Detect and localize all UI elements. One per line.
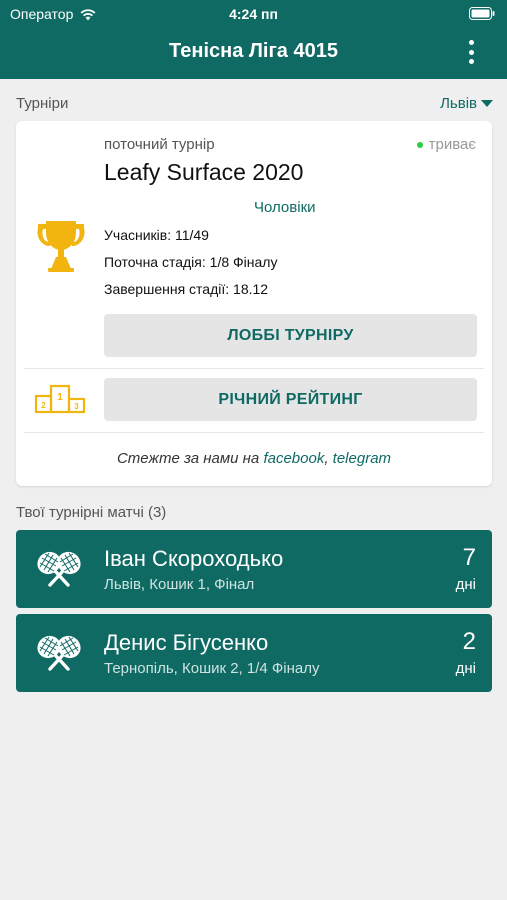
card-divider <box>24 432 484 433</box>
opponent-name: Денис Бігусенко <box>104 630 269 655</box>
city-dropdown[interactable]: Львів <box>440 95 493 112</box>
annual-rating-button[interactable]: РІЧНИЙ РЕЙТИНГ <box>104 378 477 421</box>
page-title: Тенісна Ліга 4015 <box>169 40 338 62</box>
current-stage: Поточна стадія: 1/8 Фіналу <box>104 254 278 270</box>
days-remaining: 7 <box>462 544 476 571</box>
tennis-rackets-icon <box>37 635 81 671</box>
days-label: дні <box>455 660 476 677</box>
tennis-rackets-icon <box>37 551 81 587</box>
follow-us-text: Стежте за нами на facebook, telegram <box>16 450 492 467</box>
triangle-down-icon <box>481 100 493 107</box>
match-item[interactable]: Денис Бігусенко Тернопіль, Кошик 2, 1/4 … <box>16 614 492 692</box>
status-bar: Оператор 4:24 пп <box>0 5 507 25</box>
telegram-link[interactable]: telegram <box>333 450 391 467</box>
status-time: 4:24 пп <box>229 6 278 22</box>
live-dot-icon <box>416 141 423 148</box>
app-header: Оператор 4:24 пп Тенісна Ліга 4015 <box>0 0 507 79</box>
match-details: Тернопіль, Кошик 2, 1/4 Фіналу <box>104 660 320 677</box>
opponent-name: Іван Скороходько <box>104 546 284 571</box>
days-label: дні <box>455 576 476 593</box>
svg-text:2: 2 <box>41 401 46 410</box>
city-dropdown-value: Львів <box>440 95 477 112</box>
podium-icon: 1 2 3 <box>34 384 86 414</box>
match-item[interactable]: Іван Скороходько Львів, Кошик 1, Фінал 7… <box>16 530 492 608</box>
participants-count: Учасників: 11/49 <box>104 227 209 243</box>
match-details: Львів, Кошик 1, Фінал <box>104 576 255 593</box>
days-remaining: 2 <box>462 628 476 655</box>
tournament-card: поточний турнір триває Leafy Surface 202… <box>16 121 492 486</box>
more-vertical-icon[interactable] <box>465 40 477 64</box>
matches-section-label: Твої турнірні матчі (3) <box>16 504 167 521</box>
card-divider <box>24 368 484 369</box>
tournaments-section-label: Турніри <box>16 95 69 112</box>
tournament-status: триває <box>416 136 476 153</box>
svg-text:1: 1 <box>57 392 63 403</box>
follow-us-label: Стежте за нами на <box>116 450 260 467</box>
battery-icon <box>469 7 495 20</box>
svg-text:3: 3 <box>74 402 79 411</box>
tournament-category[interactable]: Чоловіки <box>254 199 316 216</box>
follow-comma: , <box>324 450 329 467</box>
current-tournament-label: поточний турнір <box>104 136 215 153</box>
trophy-icon <box>37 221 85 272</box>
facebook-link[interactable]: facebook <box>263 450 324 467</box>
stage-end-date: Завершення стадії: 18.12 <box>104 281 269 297</box>
tournament-status-label: триває <box>428 136 476 153</box>
tournament-name: Leafy Surface 2020 <box>104 159 304 185</box>
tournament-lobby-button[interactable]: ЛОББІ ТУРНІРУ <box>104 314 477 357</box>
